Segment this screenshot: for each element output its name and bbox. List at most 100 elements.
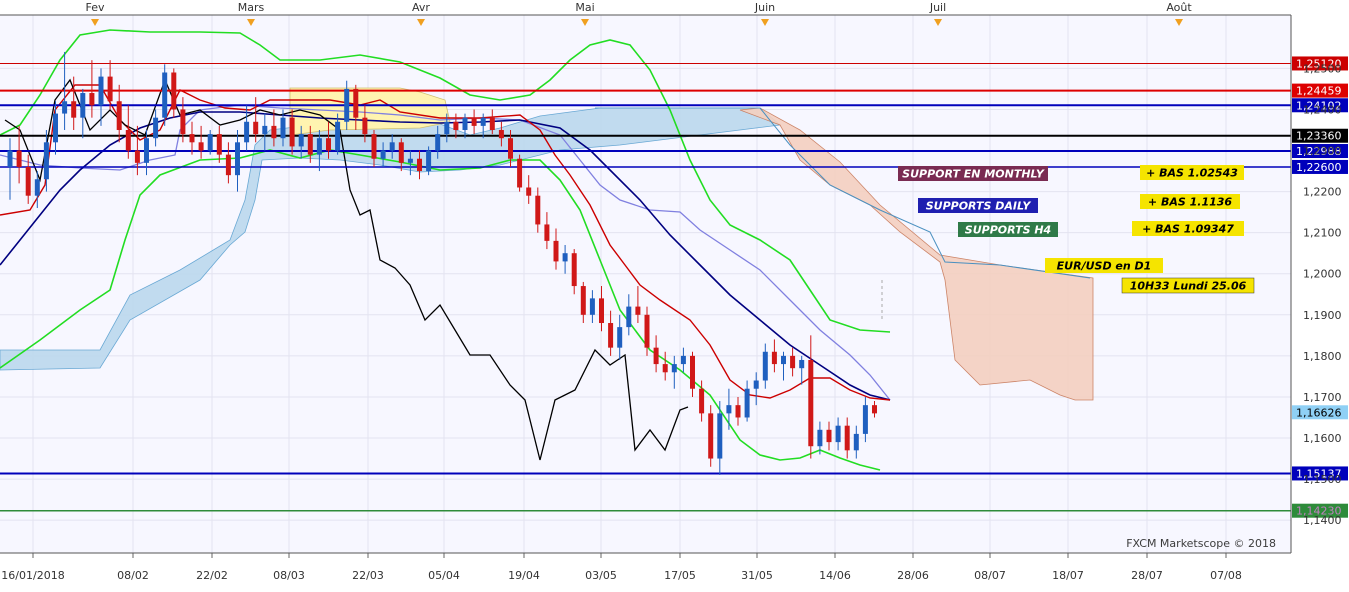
candle-body (498, 129, 504, 139)
candle-body (280, 117, 286, 139)
candle-body (580, 286, 586, 315)
candle-body (690, 355, 695, 389)
candle-body (453, 121, 459, 130)
x-date-label: 14/06 (819, 569, 851, 582)
level-tag-label: 1,16626 (1296, 406, 1342, 419)
chart-timestamp: 10H33 Lundi 25.06 (1130, 280, 1247, 293)
candle-body (508, 138, 513, 159)
candle-body (526, 187, 532, 196)
candle-body (771, 351, 777, 365)
candle-body (744, 388, 750, 418)
annotation-label: SUPPORTS DAILY (926, 200, 1032, 213)
candle-body (162, 72, 168, 118)
candle-body (189, 134, 195, 143)
candle-body (298, 134, 304, 147)
candle-body (862, 405, 868, 434)
candle-body (389, 142, 395, 151)
candle-body (335, 121, 341, 151)
candle-body (7, 150, 13, 167)
candle-body (171, 72, 177, 110)
y-tick-label: 1,1800 (1303, 350, 1342, 363)
candle-body (271, 125, 277, 139)
candle-body (398, 142, 404, 163)
candle-body (653, 347, 659, 365)
month-label: Juil (929, 1, 946, 14)
candle-body (253, 121, 259, 135)
y-tick-label: 1,1900 (1303, 309, 1342, 322)
candle-body (134, 150, 140, 163)
y-tick-label: 1,2000 (1303, 268, 1342, 281)
candle-body (316, 138, 322, 155)
x-date-label: 07/08 (1210, 569, 1242, 582)
x-date-label: 31/05 (741, 569, 773, 582)
candle-body (662, 364, 668, 373)
y-tick-label: 1,2300 (1303, 145, 1342, 158)
x-date-label: 18/07 (1052, 569, 1084, 582)
candle-body (480, 117, 486, 126)
y-tick-label: 1,2200 (1303, 186, 1342, 199)
candle-body (835, 425, 841, 443)
candle-body (844, 425, 850, 451)
candle-body (635, 306, 641, 315)
chart-title: EUR/USD en D1 (1057, 260, 1152, 273)
candle-body (699, 388, 705, 414)
x-date-label: 08/03 (273, 569, 305, 582)
candle-body (307, 134, 313, 155)
x-date-label: 03/05 (585, 569, 617, 582)
candle-body (344, 88, 350, 122)
x-date-label: 22/03 (352, 569, 384, 582)
candle-body (781, 355, 786, 365)
candle-body (426, 150, 432, 172)
month-label: Mars (238, 1, 265, 14)
candle-body (289, 117, 295, 147)
y-tick-label: 1,1400 (1303, 514, 1342, 527)
x-date-label: 28/06 (897, 569, 929, 582)
y-tick-label: 1,2100 (1303, 227, 1342, 240)
month-label: Avr (412, 1, 430, 14)
candle-body (71, 101, 77, 118)
candle-body (589, 298, 595, 315)
candle-body (43, 142, 49, 180)
candle-body (753, 380, 759, 389)
candle-body (644, 314, 650, 348)
candle-body (626, 306, 632, 328)
x-date-label: 17/05 (664, 569, 696, 582)
price-chart[interactable]: 1,25120 1,24459 1,24102 1,23360 1,22988 1,226… (0, 0, 1349, 588)
candle-body (98, 76, 104, 106)
candle-body (671, 364, 677, 373)
candle-body (225, 154, 231, 176)
candle-body (262, 125, 268, 135)
x-date-label: 22/02 (196, 569, 228, 582)
level-tag-label: 1,22600 (1296, 161, 1342, 174)
candle-body (735, 405, 741, 418)
candle-body (25, 166, 31, 196)
candle-body (407, 158, 413, 163)
candle-body (708, 413, 714, 459)
candle-body (34, 179, 40, 196)
candle-body (116, 101, 122, 130)
candle-body (362, 117, 368, 135)
x-date-label: 28/07 (1131, 569, 1163, 582)
month-label: Août (1166, 1, 1192, 14)
candle-body (617, 327, 623, 348)
x-date-label: 16/01/2018 (1, 569, 64, 582)
candle-body (417, 158, 422, 172)
candle-body (89, 93, 95, 106)
candle-body (444, 121, 450, 135)
annotation-label: + BAS 1.09347 (1142, 223, 1234, 236)
candle-body (235, 142, 240, 176)
candle-body (326, 138, 331, 151)
candle-body (62, 101, 68, 114)
candle-body (817, 429, 823, 447)
candle-body (207, 134, 213, 151)
candle-body (153, 117, 159, 139)
candle-body (53, 113, 58, 143)
candle-body (808, 359, 814, 447)
candle-body (380, 150, 386, 159)
annotation-label: + BAS 1.02543 (1146, 167, 1238, 180)
level-tag-label: 1,24459 (1296, 85, 1342, 98)
candle-body (826, 429, 832, 443)
candle-body (562, 253, 568, 262)
candle-body (717, 413, 723, 459)
candle-body (435, 134, 441, 151)
